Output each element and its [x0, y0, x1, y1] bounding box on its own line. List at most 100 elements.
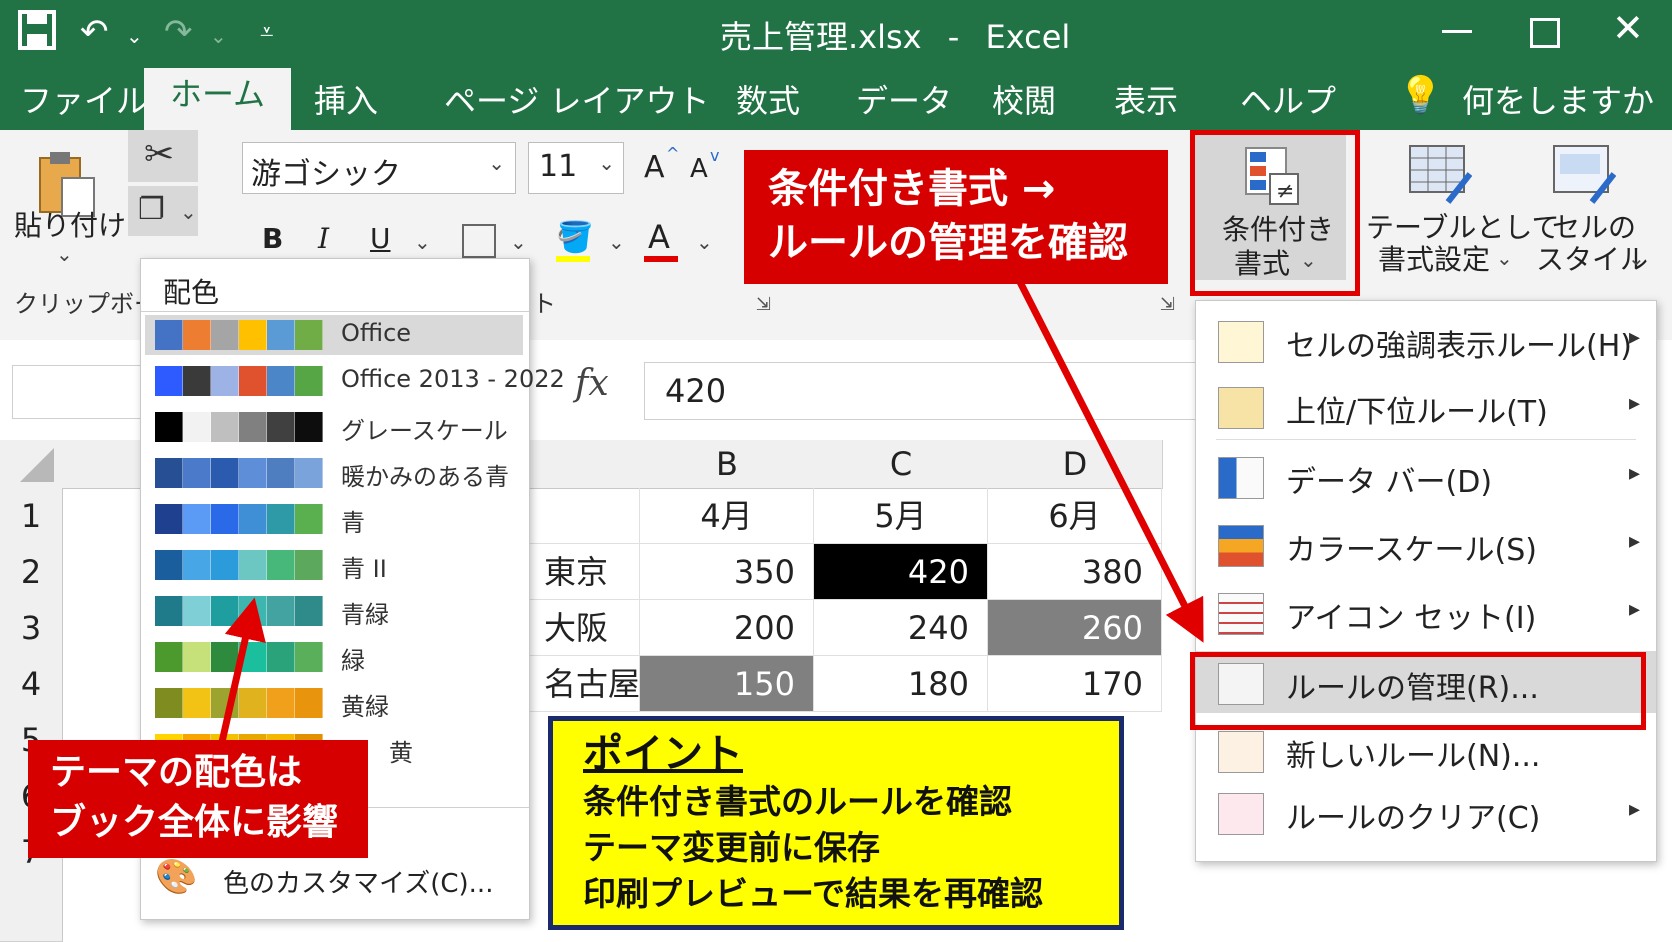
cut-button[interactable]: ✂: [128, 130, 198, 182]
tab-insert[interactable]: 挿入: [314, 76, 378, 122]
column-header-c[interactable]: C: [814, 440, 989, 489]
menu-color-scales[interactable]: カラースケール(S) ▸: [1196, 513, 1656, 575]
tab-help[interactable]: ヘルプ: [1240, 76, 1336, 122]
paste-label[interactable]: 貼り付け: [14, 204, 126, 244]
formula-input[interactable]: 420: [644, 362, 1216, 420]
cell-d1[interactable]: 6月: [988, 488, 1162, 544]
column-header-d[interactable]: D: [988, 440, 1163, 489]
format-as-table-dropdown-icon[interactable]: ⌄: [1496, 246, 1513, 270]
lightbulb-icon[interactable]: 💡: [1398, 74, 1443, 116]
palette-item-green[interactable]: 緑: [145, 637, 523, 677]
undo-icon[interactable]: ↶: [80, 12, 109, 52]
alignment-dialog-launcher-icon[interactable]: ⇲: [1160, 294, 1175, 315]
menu-top-bottom-rules[interactable]: 上位/下位ルール(T) ▸: [1196, 375, 1656, 437]
cell-d4[interactable]: 170: [988, 656, 1162, 712]
tab-home[interactable]: ホーム: [144, 68, 292, 130]
cell-d3[interactable]: 260: [988, 600, 1162, 656]
tab-review[interactable]: 校閲: [992, 76, 1056, 122]
cell-c3[interactable]: 240: [814, 600, 988, 656]
copy-icon: ❐: [138, 192, 165, 227]
customize-colors-item[interactable]: 🎨 色のカスタマイズ(C)...: [141, 849, 529, 909]
palette-item-office-2013[interactable]: Office 2013 - 2022: [145, 361, 565, 401]
cell-d2[interactable]: 380: [988, 544, 1162, 600]
grow-font-button[interactable]: A: [644, 150, 665, 185]
cell-a2[interactable]: 東京: [528, 544, 640, 600]
menu-icon-sets[interactable]: アイコン セット(I) ▸: [1196, 581, 1656, 643]
redo-dropdown-icon: ⌄: [210, 24, 227, 48]
menu-highlight-cells-rules[interactable]: セルの強調表示ルール(H) ▸: [1196, 309, 1656, 371]
font-dialog-launcher-icon[interactable]: ⇲: [756, 294, 771, 315]
menu-data-bars[interactable]: データ バー(D) ▸: [1196, 445, 1656, 507]
palette-item-office[interactable]: Office: [145, 315, 523, 355]
maximize-icon[interactable]: [1530, 18, 1560, 48]
ribbon-tabs: ファイル ホーム 挿入 ページ レイアウト 数式 データ 校閲 表示 ヘルプ 💡…: [0, 66, 1672, 130]
font-name-dropdown-icon: ⌄: [488, 151, 505, 175]
font-name-combo[interactable]: 游ゴシック ⌄: [242, 142, 516, 194]
undo-dropdown-icon[interactable]: ⌄: [126, 24, 143, 48]
customize-qat-icon[interactable]: ⩡: [260, 18, 274, 46]
callout-left-line1: テーマの配色は: [50, 752, 303, 793]
fx-icon[interactable]: fx: [575, 363, 609, 404]
tell-me-search[interactable]: 何をしますか: [1462, 76, 1654, 122]
row-header-3[interactable]: 3: [0, 600, 63, 657]
shrink-font-button[interactable]: A: [690, 154, 708, 184]
blue-warm-swatches: [155, 458, 323, 488]
format-as-table-icon[interactable]: [1408, 144, 1472, 204]
paste-dropdown-icon[interactable]: ⌄: [56, 242, 73, 266]
cell-a3[interactable]: 大阪: [528, 600, 640, 656]
select-all-corner[interactable]: [0, 440, 63, 489]
palette-item-yellow-green[interactable]: 黄緑: [145, 683, 523, 723]
minimize-icon[interactable]: [1442, 30, 1472, 33]
submenu-arrow-icon: ▸: [1628, 325, 1640, 350]
cell-c4[interactable]: 180: [814, 656, 988, 712]
font-color-button[interactable]: A: [648, 218, 670, 256]
cell-b3[interactable]: 200: [640, 600, 814, 656]
cell-a1[interactable]: [528, 488, 640, 544]
borders-icon[interactable]: [462, 224, 496, 258]
cell-b1[interactable]: 4月: [640, 488, 814, 544]
cell-b2[interactable]: 350: [640, 544, 814, 600]
cell-c2[interactable]: 420: [814, 544, 988, 600]
underline-dropdown-icon[interactable]: ⌄: [414, 230, 431, 254]
borders-dropdown-icon[interactable]: ⌄: [510, 230, 527, 254]
palette-item-blue-ii[interactable]: 青 II: [145, 545, 523, 585]
palette-item-blue-warm[interactable]: 暖かみのある青: [145, 453, 523, 493]
tab-view[interactable]: 表示: [1114, 76, 1178, 122]
copy-button[interactable]: ❐ ⌄: [128, 186, 198, 236]
cell-c1[interactable]: 5月: [814, 488, 988, 544]
font-color-dropdown-icon[interactable]: ⌄: [696, 230, 713, 254]
fill-color-dropdown-icon[interactable]: ⌄: [608, 230, 625, 254]
menu-item-label: セルの強調表示ルール(H): [1286, 329, 1632, 364]
row-header-4[interactable]: 4: [0, 656, 63, 713]
fill-color-icon[interactable]: 🪣: [556, 220, 593, 255]
row-header-8: [0, 880, 63, 942]
callout-top-line1: 条件付き書式 →: [768, 166, 1056, 212]
format-as-table-label-2[interactable]: 書式設定: [1378, 238, 1490, 278]
underline-button[interactable]: U: [370, 222, 391, 255]
tab-page-layout[interactable]: ページ レイアウト: [444, 76, 710, 122]
tab-formulas[interactable]: 数式: [736, 76, 800, 122]
tab-data[interactable]: データ: [856, 76, 952, 122]
tab-file[interactable]: ファイル: [20, 76, 148, 122]
row-header-2[interactable]: 2: [0, 544, 63, 601]
save-icon[interactable]: [18, 10, 56, 59]
cell-styles-dropdown-icon[interactable]: ⌄: [1628, 246, 1645, 270]
point-box: ポイント 条件付き書式のルールを確認 テーマ変更前に保存 印刷プレビューで結果を…: [548, 716, 1124, 930]
palette-item-grayscale[interactable]: グレースケール: [145, 407, 523, 447]
customize-colors-label: 色のカスタマイズ(C)...: [223, 869, 494, 899]
cell-a4[interactable]: 名古屋: [528, 656, 640, 712]
conditional-formatting-menu: セルの強調表示ルール(H) ▸ 上位/下位ルール(T) ▸ データ バー(D) …: [1195, 300, 1657, 862]
palette-item-blue[interactable]: 青: [145, 499, 523, 539]
column-header-b[interactable]: B: [640, 440, 815, 489]
cell-b4[interactable]: 150: [640, 656, 814, 712]
row-header-1[interactable]: 1: [0, 488, 63, 545]
cell-styles-icon[interactable]: [1552, 144, 1616, 204]
menu-clear-rules[interactable]: ルールのクリア(C) ▸: [1196, 781, 1656, 843]
close-icon[interactable]: ✕: [1612, 6, 1644, 50]
palette-item-teal[interactable]: 青緑: [145, 591, 523, 631]
top-bottom-rules-icon: [1218, 387, 1264, 429]
font-size-combo[interactable]: 11 ⌄: [528, 142, 624, 194]
bold-button[interactable]: B: [262, 222, 283, 255]
manage-rules-highlight-frame: [1190, 652, 1646, 730]
italic-button[interactable]: I: [318, 222, 329, 255]
